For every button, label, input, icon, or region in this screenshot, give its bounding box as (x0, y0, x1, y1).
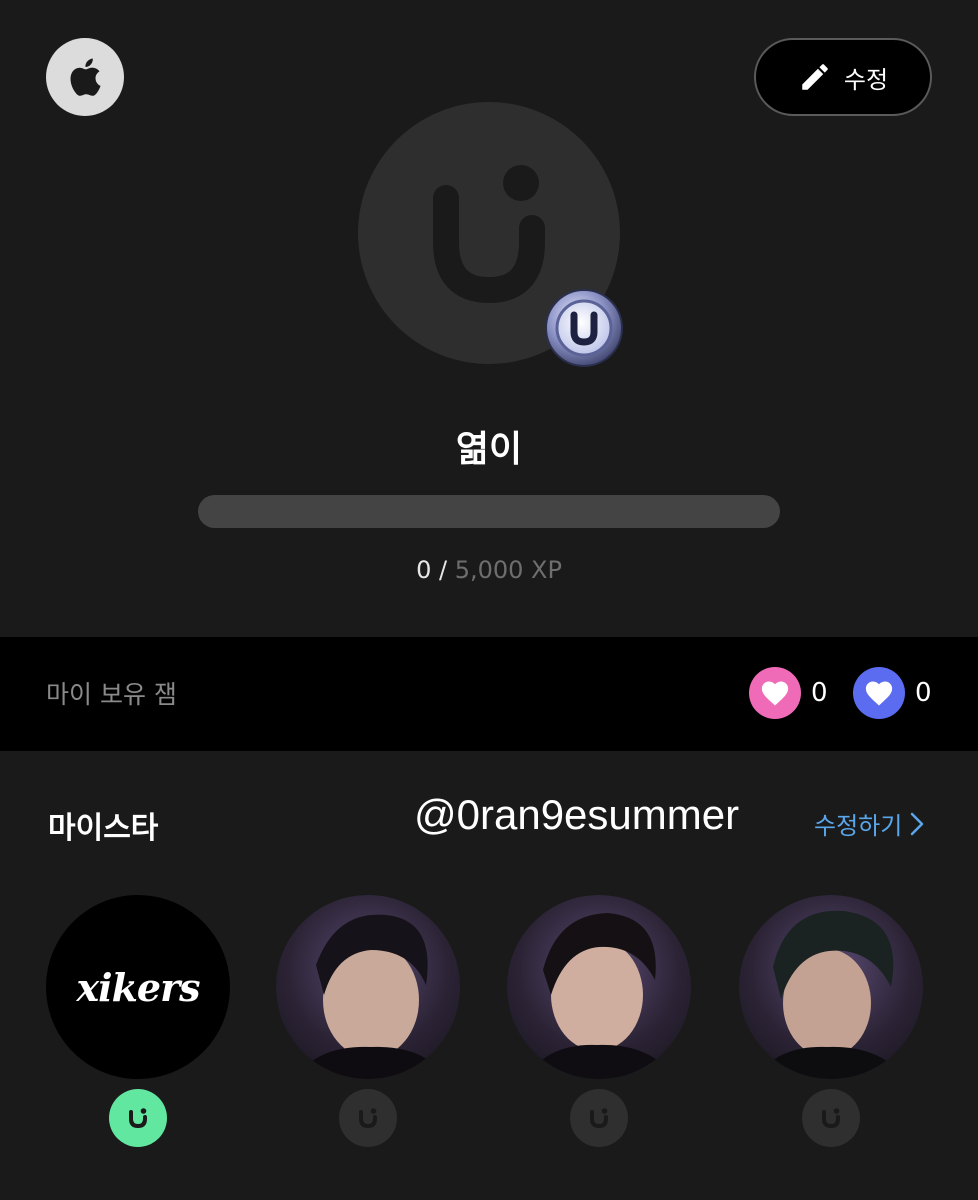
level-badge (544, 288, 624, 368)
profile-section: 수정 엶이 0 / 5,000 XP (0, 0, 978, 637)
member-photo (525, 913, 675, 1079)
star-active-mark (109, 1089, 167, 1147)
nickname: 엶이 (455, 429, 523, 470)
star-inactive-mark (802, 1089, 860, 1147)
mystar-section: 마이스타 @0ran9esummer 수정하기 xikers (0, 751, 978, 1200)
u-logo-icon (822, 1108, 840, 1129)
u-logo-icon (590, 1108, 608, 1129)
group-logo: xikers (76, 964, 200, 1010)
mystar-edit-label: 수정하기 (814, 812, 903, 840)
apple-icon (70, 58, 101, 96)
edit-profile-label: 수정 (843, 65, 889, 94)
heart-icon (865, 681, 893, 706)
pink-gem[interactable]: 0 (749, 667, 828, 719)
star-group-xikers[interactable]: xikers (46, 895, 230, 1079)
mystar-edit-link[interactable]: 수정하기 (814, 806, 924, 841)
apple-account-button[interactable] (46, 38, 124, 116)
star-member-2[interactable] (507, 895, 691, 1079)
blue-gem[interactable]: 0 (853, 667, 932, 719)
blue-heart-badge (853, 667, 905, 719)
pink-heart-badge (749, 667, 801, 719)
pencil-icon (802, 64, 828, 90)
pink-gem-count: 0 (811, 678, 828, 708)
level-badge-icon (545, 289, 623, 367)
u-logo-icon (129, 1108, 147, 1129)
star-inactive-mark (570, 1089, 628, 1147)
heart-icon (761, 681, 789, 706)
star-inactive-mark (339, 1089, 397, 1147)
mystar-title: 마이스타 (48, 811, 159, 846)
user-handle: @0ran9esummer (414, 791, 740, 838)
star-member-3[interactable] (739, 895, 923, 1079)
star-member-1[interactable] (276, 895, 460, 1079)
gem-label: 마이 보유 잼 (46, 680, 177, 709)
xp-text: 0 / 5,000 XP (0, 556, 978, 584)
member-photo (755, 910, 905, 1079)
member-photo (296, 914, 446, 1079)
chevron-right-icon (911, 812, 924, 835)
u-logo-icon (359, 1108, 377, 1129)
xp-progress-bar (198, 495, 780, 528)
edit-profile-button[interactable]: 수정 (754, 38, 932, 116)
xp-max: 5,000 XP (454, 556, 562, 584)
xp-current: 0 / (416, 556, 448, 584)
gem-section: 마이 보유 잼 0 0 (0, 637, 978, 751)
blue-gem-count: 0 (915, 678, 932, 708)
